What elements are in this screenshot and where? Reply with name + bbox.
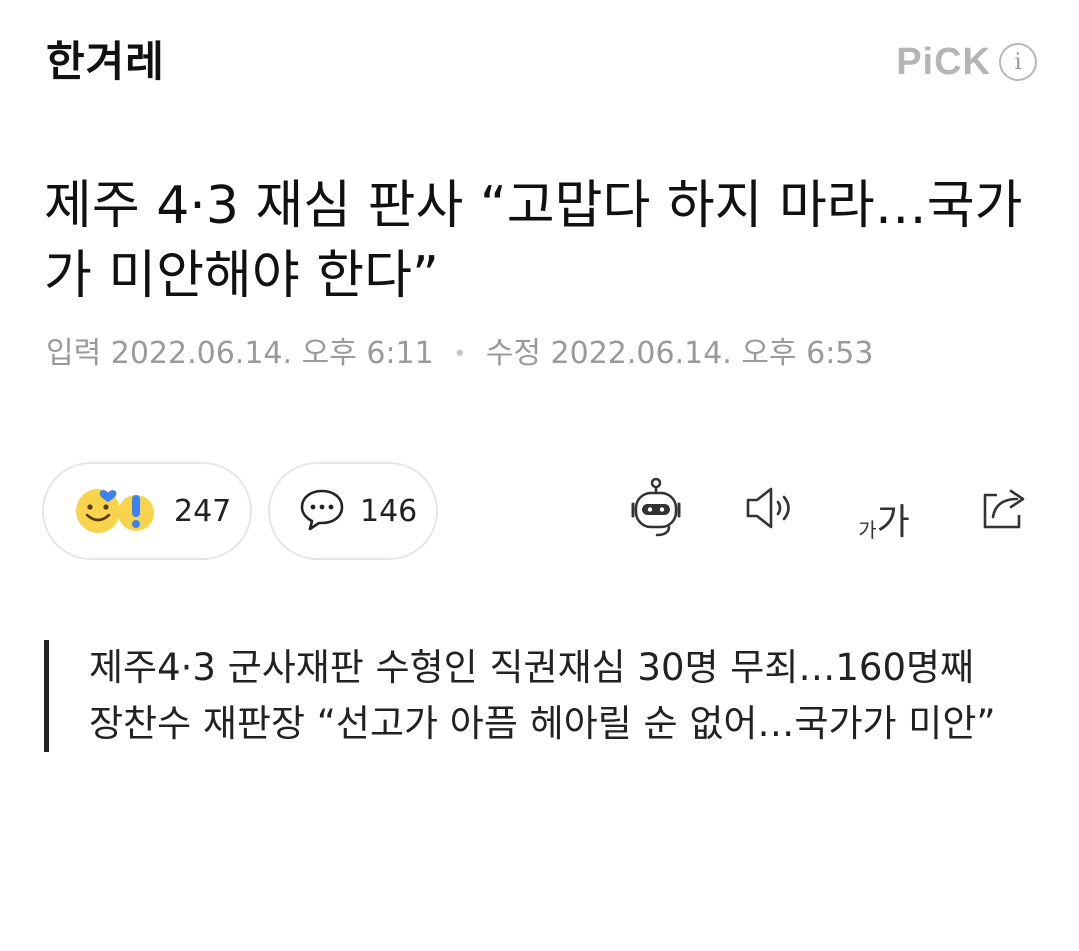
pick-badge[interactable]: PiCK i <box>896 40 1037 84</box>
comment-count: 146 <box>360 493 418 529</box>
font-size-button[interactable]: 가 가 <box>852 478 916 543</box>
press-logo[interactable]: 한겨레 <box>46 36 165 88</box>
font-size-icon: 가 가 <box>858 502 910 543</box>
pick-label: PiCK <box>896 41 991 83</box>
article-title: 제주 4·3 재심 판사 “고맙다 하지 마라…국가가 미안해야 한다” <box>44 175 1023 306</box>
subheading-line: 제주4·3 군사재판 수형인 직권재심 30명 무죄…160명째 <box>89 646 975 689</box>
info-icon[interactable]: i <box>999 43 1037 81</box>
text-to-speech-button[interactable] <box>738 478 802 542</box>
published-date: 2022.06.14. 오후 6:11 <box>110 336 434 371</box>
published-label: 입력 <box>46 336 102 371</box>
subheading-line: 장찬수 재판장 “선고가 아픔 헤아릴 순 없어…국가가 미안” <box>89 702 996 745</box>
font-size-small-glyph: 가 <box>858 518 877 542</box>
ai-summary-button[interactable] <box>624 477 688 543</box>
reaction-emoji-icon <box>72 481 160 541</box>
comment-bubble-icon <box>298 487 346 535</box>
ai-robot-summary-icon <box>625 477 687 543</box>
article-datestamp: 입력 2022.06.14. 오후 6:11 • 수정 2022.06.14. … <box>46 334 873 375</box>
comment-button[interactable]: 146 <box>268 462 438 560</box>
font-size-big-glyph: 가 <box>876 502 910 543</box>
separator-dot: • <box>453 341 467 367</box>
modified-date: 2022.06.14. 오후 6:53 <box>550 336 874 371</box>
reaction-count: 247 <box>174 493 232 529</box>
share-icon <box>975 481 1033 539</box>
article-page: 한겨레 PiCK i 제주 4·3 재심 판사 “고맙다 하지 마라…국가가 미… <box>0 0 1079 951</box>
reaction-button[interactable]: 247 <box>42 462 252 560</box>
modified-label: 수정 <box>485 336 541 371</box>
speaker-tts-icon <box>740 483 800 537</box>
share-button[interactable] <box>972 478 1036 542</box>
article-subheadings: 제주4·3 군사재판 수형인 직권재심 30명 무죄…160명째 장찬수 재판장… <box>44 640 1034 752</box>
